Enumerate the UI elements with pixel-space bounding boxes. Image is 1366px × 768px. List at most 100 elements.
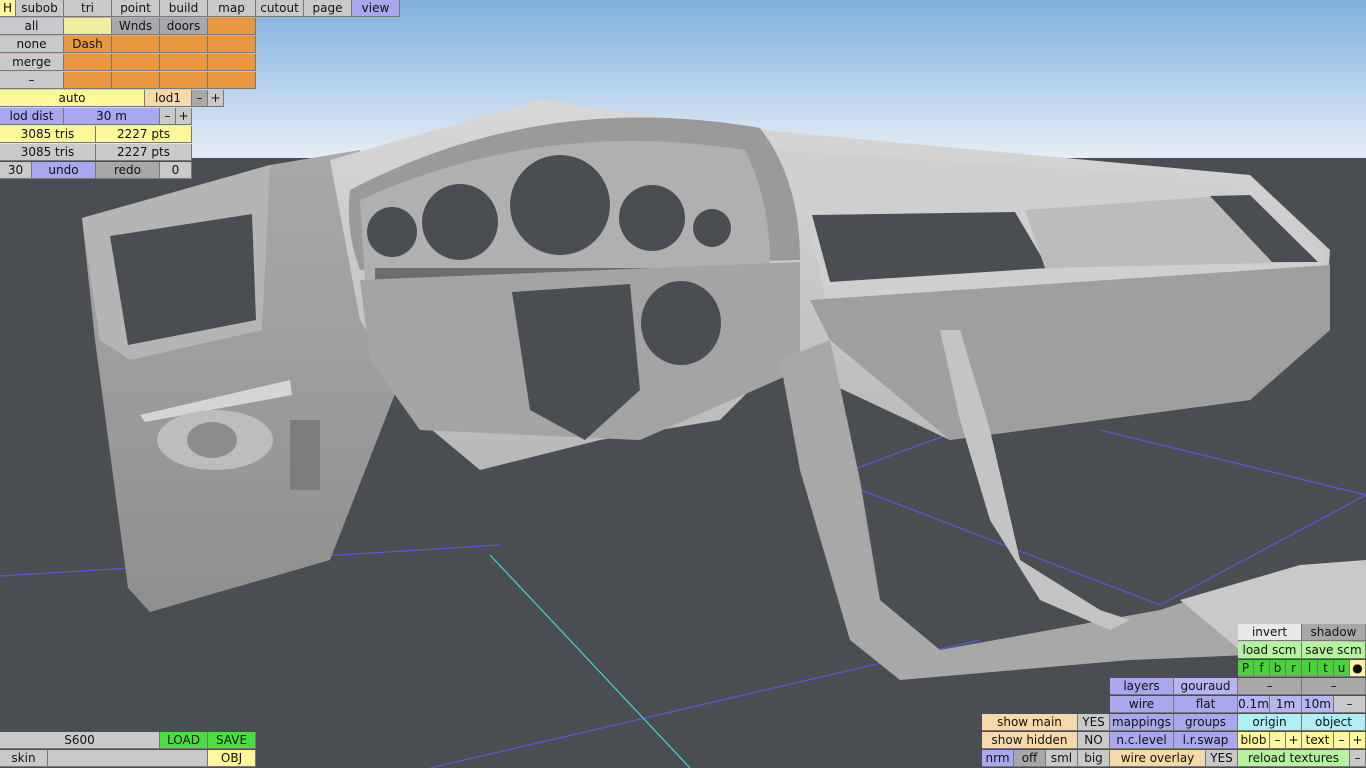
nc-level-button[interactable]: n.c.level [1110, 732, 1174, 749]
group-cell[interactable] [160, 72, 208, 89]
origin-button[interactable]: origin [1238, 714, 1302, 731]
shadow-button[interactable]: shadow [1302, 624, 1366, 641]
grid-dist-minus-button[interactable]: – [1334, 696, 1366, 713]
merge-button[interactable]: merge [0, 54, 64, 71]
lod-dist-minus[interactable]: – [160, 108, 176, 125]
group-cell[interactable] [160, 54, 208, 71]
group-cell[interactable] [64, 72, 112, 89]
lod1-button[interactable]: lod1 [145, 90, 192, 107]
view-dot-button[interactable]: ● [1350, 660, 1366, 677]
reload-textures-button[interactable]: reload textures [1238, 750, 1350, 767]
3d-viewport[interactable] [0, 0, 1366, 768]
group-doors[interactable]: doors [160, 18, 208, 35]
layers-button[interactable]: layers [1110, 678, 1174, 695]
lod-dist-value[interactable]: 30 m [64, 108, 160, 125]
sml-button[interactable]: sml [1046, 750, 1078, 767]
show-main-button[interactable]: show main [982, 714, 1078, 731]
text-button[interactable]: text [1302, 732, 1334, 749]
off-button[interactable]: off [1014, 750, 1046, 767]
tab-tri[interactable]: tri [64, 0, 112, 17]
group-cell[interactable] [208, 36, 256, 53]
show-hidden-value[interactable]: NO [1078, 732, 1110, 749]
group-cell[interactable] [208, 72, 256, 89]
view-p-button[interactable]: P [1238, 660, 1254, 677]
grid-minus-button[interactable]: – [1238, 678, 1302, 695]
group-cell[interactable] [208, 54, 256, 71]
text-plus-button[interactable]: + [1350, 732, 1366, 749]
group-cell[interactable] [208, 18, 256, 35]
lod-dist-label: lod dist [0, 108, 64, 125]
view-l-button[interactable]: l [1302, 660, 1318, 677]
tab-build[interactable]: build [160, 0, 208, 17]
group-cell[interactable] [112, 36, 160, 53]
blob-plus-button[interactable]: + [1286, 732, 1302, 749]
select-none-button[interactable]: none [0, 36, 64, 53]
file-name[interactable]: S600 [0, 732, 160, 749]
big-button[interactable]: big [1078, 750, 1110, 767]
select-all-button[interactable]: all [0, 18, 64, 35]
tab-page[interactable]: page [304, 0, 352, 17]
gauge-5 [693, 209, 731, 247]
show-main-value[interactable]: YES [1078, 714, 1110, 731]
group-cell[interactable] [160, 36, 208, 53]
tab-subob[interactable]: subob [16, 0, 64, 17]
gauge-1 [367, 207, 417, 257]
blob-minus-button[interactable]: – [1270, 732, 1286, 749]
gouraud-button[interactable]: gouraud [1174, 678, 1238, 695]
show-hidden-button[interactable]: show hidden [982, 732, 1078, 749]
lr-swap-button[interactable]: l.r.swap [1174, 732, 1238, 749]
skin-field[interactable] [48, 750, 208, 767]
tab-map[interactable]: map [208, 0, 256, 17]
wire-overlay-button[interactable]: wire overlay [1110, 750, 1206, 767]
tris-count: 3085 tris [0, 126, 96, 143]
grid-minus-button-2[interactable]: – [1302, 678, 1366, 695]
save-scm-button[interactable]: save scm [1302, 642, 1366, 659]
group-cell[interactable] [112, 72, 160, 89]
gauge-4 [619, 185, 685, 251]
undo-button[interactable]: undo [32, 162, 96, 179]
lod-dist-plus[interactable]: + [176, 108, 192, 125]
lod-minus-button[interactable]: – [192, 90, 208, 107]
group-dash[interactable]: Dash [64, 36, 112, 53]
grid-1m-button[interactable]: 1m [1270, 696, 1302, 713]
blob-button[interactable]: blob [1238, 732, 1270, 749]
pts-count-total: 2227 pts [96, 144, 192, 161]
tab-cutout[interactable]: cutout [256, 0, 304, 17]
load-scm-button[interactable]: load scm [1238, 642, 1302, 659]
group-wnds[interactable]: Wnds [112, 18, 160, 35]
view-u-button[interactable]: u [1334, 660, 1350, 677]
group-cell[interactable] [64, 54, 112, 71]
mappings-button[interactable]: mappings [1110, 714, 1174, 731]
invert-button[interactable]: invert [1238, 624, 1302, 641]
view-b-button[interactable]: b [1270, 660, 1286, 677]
flat-button[interactable]: flat [1174, 696, 1238, 713]
load-button[interactable]: LOAD [160, 732, 208, 749]
group-cell[interactable] [64, 18, 112, 35]
tab-point[interactable]: point [112, 0, 160, 17]
wire-overlay-value[interactable]: YES [1206, 750, 1238, 767]
object-button[interactable]: object [1302, 714, 1366, 731]
skin-label[interactable]: skin [0, 750, 48, 767]
reload-minus-button[interactable]: – [1350, 750, 1366, 767]
text-minus-button[interactable]: – [1334, 732, 1350, 749]
lod-auto-button[interactable]: auto [0, 90, 145, 107]
minus-button[interactable]: – [0, 72, 64, 89]
undo-count: 30 [0, 162, 32, 179]
grid-10m-button[interactable]: 10m [1302, 696, 1334, 713]
obj-button[interactable]: OBJ [208, 750, 256, 767]
save-button[interactable]: SAVE [208, 732, 256, 749]
groups-button[interactable]: groups [1174, 714, 1238, 731]
wire-button[interactable]: wire [1110, 696, 1174, 713]
nrm-button[interactable]: nrm [982, 750, 1014, 767]
redo-button[interactable]: redo [96, 162, 160, 179]
group-cell[interactable] [112, 54, 160, 71]
view-r-button[interactable]: r [1286, 660, 1302, 677]
gauge-2 [422, 184, 498, 260]
view-t-button[interactable]: t [1318, 660, 1334, 677]
redo-count: 0 [160, 162, 192, 179]
grid-01m-button[interactable]: 0.1m [1238, 696, 1270, 713]
tab-view[interactable]: view [352, 0, 400, 17]
view-f-button[interactable]: f [1254, 660, 1270, 677]
h-button[interactable]: H [0, 0, 16, 17]
lod-plus-button[interactable]: + [208, 90, 224, 107]
